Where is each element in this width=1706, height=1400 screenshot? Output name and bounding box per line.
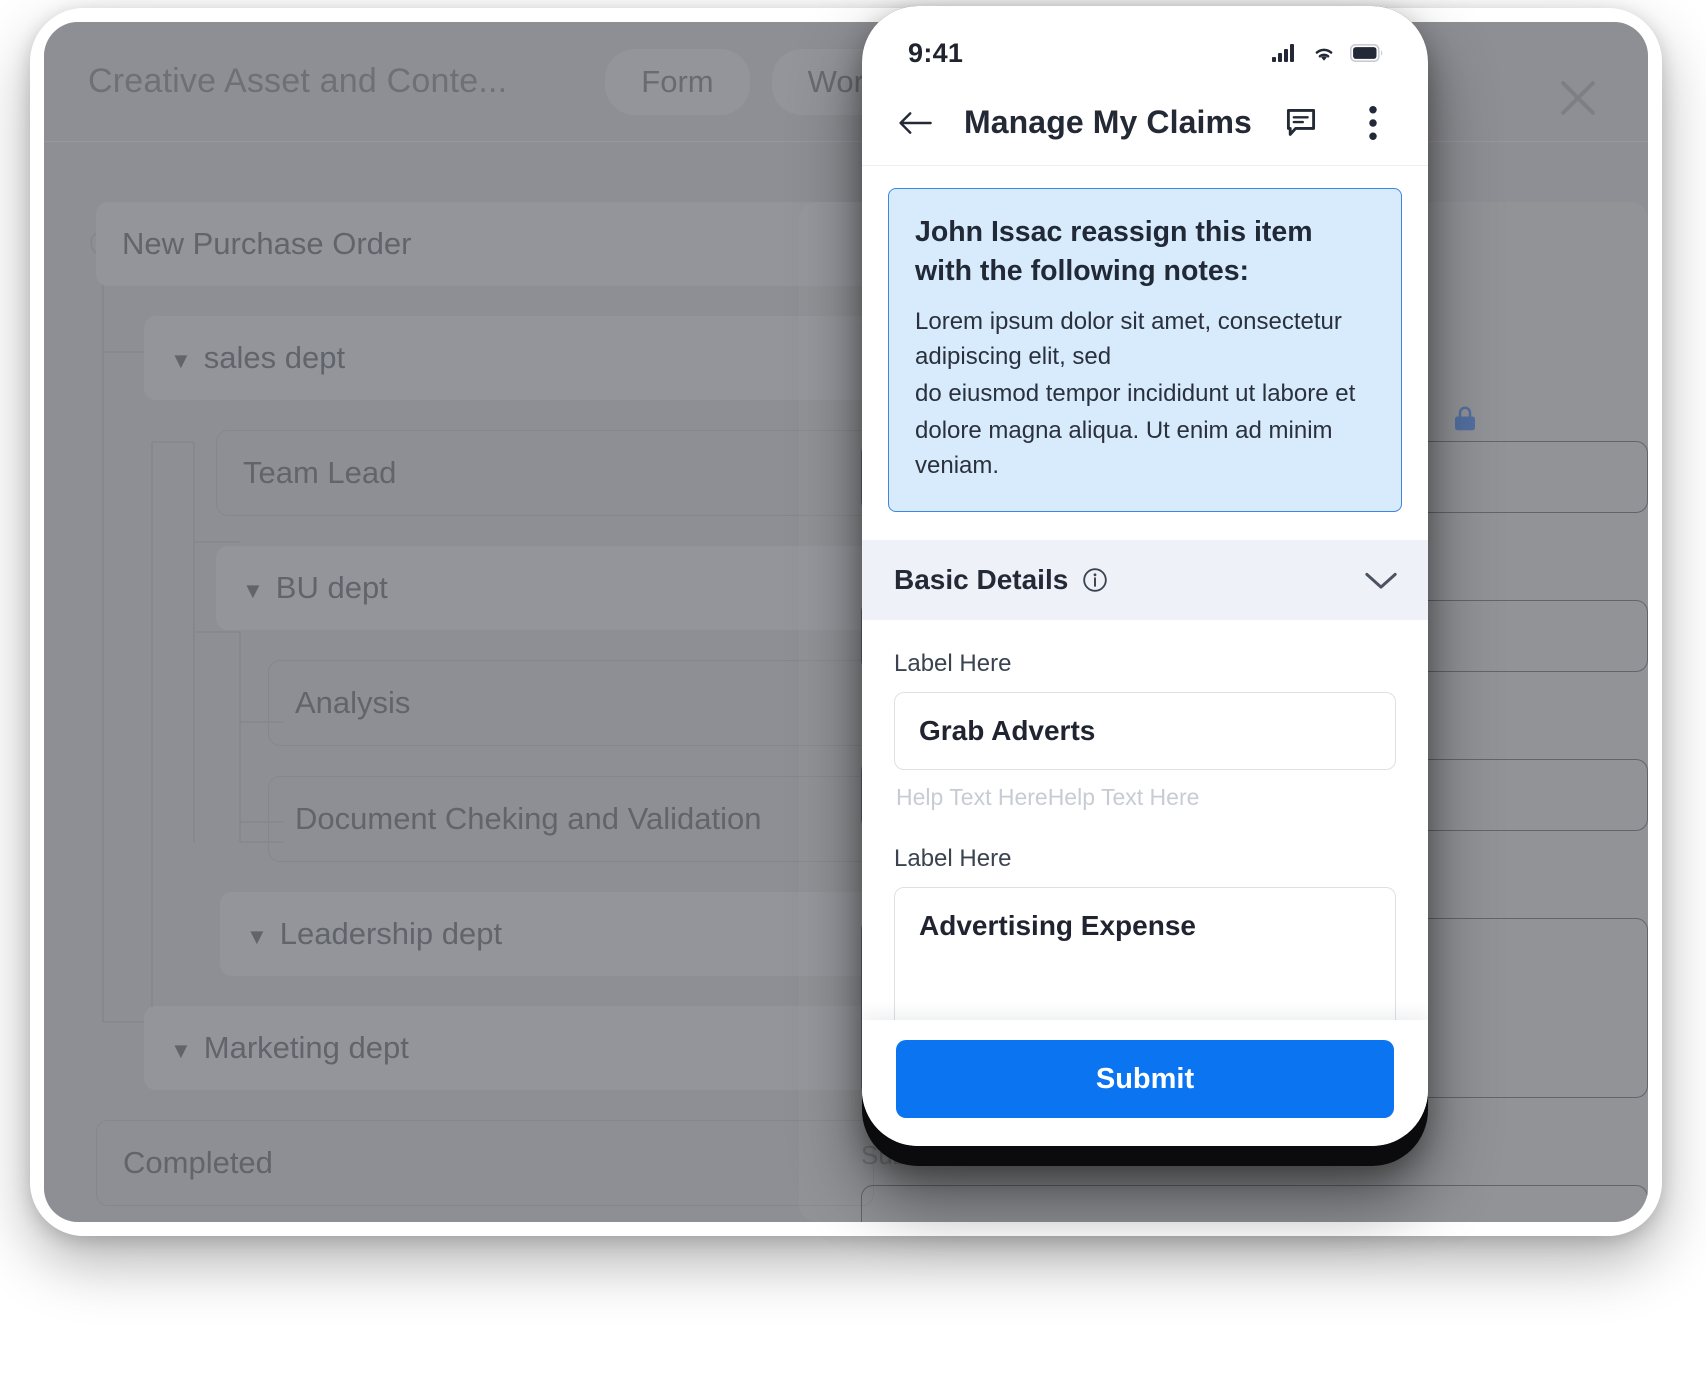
field-group-title: Label Here Grab Adverts Help Text HereHe… bbox=[894, 650, 1396, 811]
title-input[interactable]: Grab Adverts bbox=[894, 691, 1396, 770]
field-label: Label Here bbox=[894, 649, 1012, 677]
tree-node-label: sales dept bbox=[203, 340, 346, 375]
info-icon[interactable] bbox=[1082, 567, 1108, 593]
basic-details-fields: Label Here Grab Adverts Help Text HereHe… bbox=[862, 620, 1428, 1020]
note-line: do eiusmod tempor incididunt ut labore e… bbox=[915, 379, 1356, 407]
phone-content: John Issac reassign this item with the f… bbox=[862, 166, 1428, 1146]
background-field-input[interactable] bbox=[861, 1185, 1648, 1222]
caret-down-icon[interactable]: ▼ bbox=[246, 924, 268, 950]
status-bar: 9:41 bbox=[862, 6, 1428, 80]
more-vertical-icon bbox=[1369, 105, 1377, 140]
tree-node[interactable]: ▼ Marketing dept bbox=[144, 1006, 874, 1090]
workflow-tree: New Purchase Order ▼ sales dept Team Lead… bbox=[44, 142, 874, 1222]
caret-down-icon[interactable]: ▼ bbox=[242, 578, 264, 604]
tree-node[interactable]: Team Lead bbox=[216, 430, 874, 516]
form-scroll-area[interactable]: John Issac reassign this item with the f… bbox=[862, 166, 1428, 1020]
battery-icon bbox=[1350, 44, 1383, 62]
comment-icon bbox=[1286, 108, 1316, 136]
tree-node[interactable]: ▼ sales dept bbox=[144, 316, 874, 400]
comment-button[interactable] bbox=[1278, 100, 1324, 146]
field-help-text: Help Text HereHelp Text Here bbox=[896, 783, 1200, 810]
lock-icon bbox=[1455, 406, 1475, 431]
caret-down-icon[interactable]: ▼ bbox=[170, 348, 192, 374]
chevron-down-icon[interactable] bbox=[1364, 569, 1398, 591]
basic-details-section-header[interactable]: Basic Details bbox=[862, 539, 1428, 620]
note-line: dolore magna aliqua. Ut enim ad minim ve… bbox=[915, 416, 1333, 479]
tree-node-label: Team Lead bbox=[243, 455, 397, 490]
tree-node-label: Completed bbox=[123, 1145, 273, 1180]
reassign-note-heading: John Issac reassign this item with the f… bbox=[915, 216, 1313, 288]
tree-node-label: BU dept bbox=[275, 570, 388, 605]
tree-node-label: Marketing dept bbox=[203, 1030, 409, 1065]
screenshot-stage: Creative Asset and Conte... Form Workflo… bbox=[0, 0, 1706, 1400]
field-group-description: Label Here Advertising Expense bbox=[894, 845, 1396, 1020]
tree-node[interactable]: Analysis bbox=[268, 660, 874, 746]
tree-node[interactable]: Document Cheking and Validation bbox=[268, 776, 874, 862]
description-textarea[interactable]: Advertising Expense bbox=[894, 886, 1396, 1020]
tree-node-label: Leadership dept bbox=[279, 916, 503, 951]
caret-down-icon[interactable]: ▼ bbox=[170, 1038, 192, 1064]
tree-node-label: Document Cheking and Validation bbox=[295, 801, 762, 836]
reassign-note-card: John Issac reassign this item with the f… bbox=[888, 188, 1402, 512]
section-title: Basic Details bbox=[894, 563, 1069, 595]
background-tab-form[interactable]: Form bbox=[605, 48, 750, 115]
phone-device: 9:41 Manage My Claims John Issac reassig… bbox=[862, 6, 1428, 1146]
tree-node-label: New Purchase Order bbox=[122, 226, 412, 261]
note-line: Lorem ipsum dolor sit amet, consectetur … bbox=[915, 307, 1342, 370]
tree-node[interactable]: New Purchase Order bbox=[96, 202, 874, 286]
status-icons bbox=[1272, 43, 1384, 63]
reassign-note-body: Lorem ipsum dolor sit amet, consectetur … bbox=[915, 304, 1375, 483]
submit-button[interactable]: Submit bbox=[896, 1040, 1394, 1118]
overflow-menu-button[interactable] bbox=[1350, 100, 1396, 146]
tree-node[interactable]: ▼ Leadership dept bbox=[220, 892, 874, 976]
background-app-title: Creative Asset and Conte... bbox=[88, 62, 508, 100]
cellular-signal-icon bbox=[1272, 44, 1294, 62]
submit-bar: Submit bbox=[862, 1020, 1428, 1146]
page-title: Manage My Claims bbox=[964, 104, 1252, 140]
status-time: 9:41 bbox=[908, 37, 964, 68]
tree-node-label: Analysis bbox=[295, 685, 411, 720]
tree-node[interactable]: Completed bbox=[96, 1120, 874, 1206]
tree-node[interactable]: ▼ BU dept bbox=[216, 546, 874, 630]
field-label: Label Here bbox=[894, 844, 1012, 872]
wifi-icon bbox=[1315, 48, 1333, 61]
close-icon[interactable] bbox=[1552, 72, 1604, 124]
back-button[interactable] bbox=[892, 100, 938, 146]
app-bar: Manage My Claims bbox=[862, 80, 1428, 166]
back-arrow-icon bbox=[899, 111, 932, 134]
